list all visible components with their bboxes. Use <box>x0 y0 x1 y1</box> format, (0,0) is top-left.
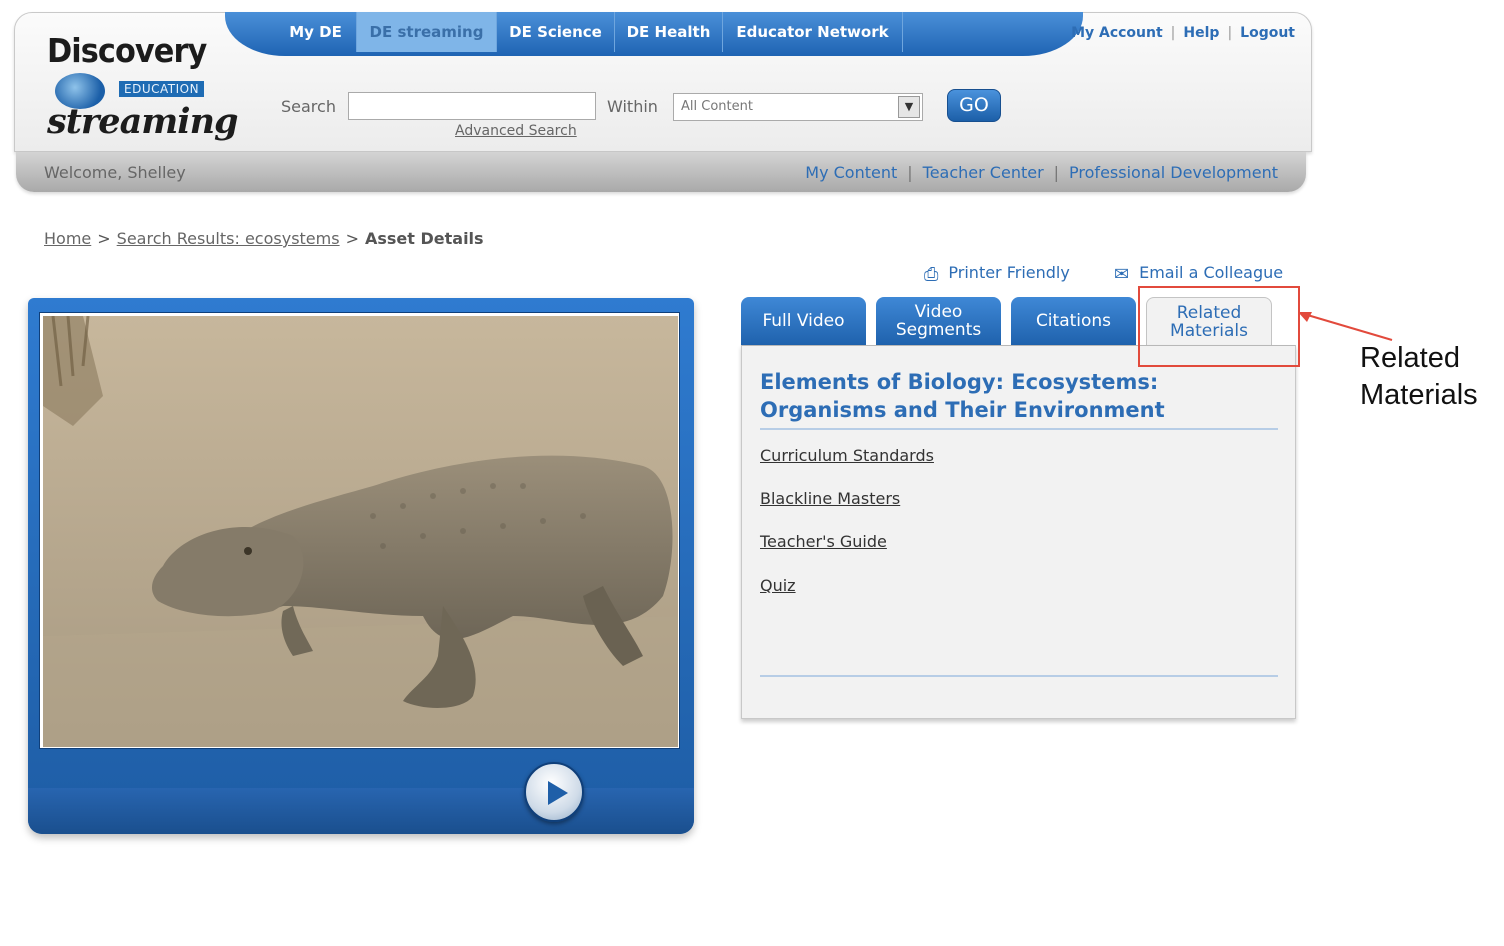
breadcrumb-current: Asset Details <box>364 229 484 248</box>
separator: | <box>1227 25 1233 41</box>
player-control-bar <box>28 788 694 834</box>
nav-de-health[interactable]: DE Health <box>615 12 723 52</box>
within-label: Within <box>607 97 658 116</box>
search-label: Search <box>281 97 336 116</box>
teacher-center-link[interactable]: Teacher Center <box>923 163 1044 182</box>
separator: | <box>1053 163 1060 182</box>
within-select[interactable]: All Content ▼ <box>673 93 923 121</box>
email-colleague-label: Email a Colleague <box>1139 263 1284 282</box>
site-header: Discovery EDUCATION streaming My DE DE s… <box>14 12 1312 152</box>
separator: | <box>1170 25 1176 41</box>
divider <box>760 675 1278 677</box>
top-nav: My DE DE streaming DE Science DE Health … <box>225 12 1083 56</box>
chevron-down-icon[interactable]: ▼ <box>898 96 920 118</box>
teachers-guide-link[interactable]: Teacher's Guide <box>760 532 887 551</box>
annotation-highlight-box <box>1138 286 1300 367</box>
blackline-masters-link[interactable]: Blackline Masters <box>760 489 900 508</box>
video-player <box>28 298 694 834</box>
professional-development-link[interactable]: Professional Development <box>1069 163 1278 182</box>
sub-navigation-bar: Welcome, Shelley My Content | Teacher Cent… <box>16 152 1306 192</box>
advanced-search-link[interactable]: Advanced Search <box>455 123 577 139</box>
sub-links: My Content | Teacher Center | Professional D… <box>805 163 1278 182</box>
quiz-link[interactable]: Quiz <box>760 576 796 595</box>
asset-title: Elements of Biology: Ecosystems: Organis… <box>760 370 1165 422</box>
curriculum-standards-link[interactable]: Curriculum Standards <box>760 446 934 465</box>
separator: | <box>907 163 913 182</box>
breadcrumb: Home > Search Results: ecosystems > Asset De… <box>44 229 484 248</box>
tab-full-video[interactable]: Full Video <box>741 297 866 345</box>
my-content-link[interactable]: My Content <box>805 163 897 182</box>
breadcrumb-home[interactable]: Home <box>44 229 91 248</box>
play-icon <box>548 781 568 805</box>
breadcrumb-separator: > <box>345 229 359 248</box>
logo-streaming-text: streaming <box>47 101 239 142</box>
divider <box>760 428 1278 430</box>
nav-de-streaming[interactable]: DE streaming <box>357 12 497 52</box>
play-button[interactable] <box>524 762 584 822</box>
email-colleague-link[interactable]: ✉ Email a Colleague <box>1114 263 1283 285</box>
discovery-streaming-logo[interactable]: Discovery EDUCATION streaming <box>47 31 239 142</box>
envelope-icon: ✉ <box>1114 264 1130 285</box>
komodo-dragon-image <box>43 316 678 747</box>
video-thumbnail-komodo-dragon[interactable] <box>43 316 678 747</box>
tab-citations[interactable]: Citations <box>1011 297 1136 345</box>
annotation-label-line2: Materials <box>1360 379 1478 411</box>
logo-education-badge: EDUCATION <box>119 81 205 97</box>
breadcrumb-separator: > <box>97 229 111 248</box>
help-link[interactable]: Help <box>1183 25 1219 41</box>
go-button[interactable]: GO <box>947 89 1001 122</box>
logout-link[interactable]: Logout <box>1240 25 1295 41</box>
nav-de-science[interactable]: DE Science <box>497 12 615 52</box>
annotation-label: Related Materials <box>1360 340 1478 414</box>
logo-wordmark: Discovery <box>47 31 207 70</box>
my-account-link[interactable]: My Account <box>1071 25 1163 41</box>
tab-video-segments[interactable]: Video Segments <box>876 297 1001 345</box>
related-materials-panel: Elements of Biology: Ecosystems: Organis… <box>741 345 1296 719</box>
annotation-label-line1: Related <box>1360 342 1460 374</box>
nav-my-de[interactable]: My DE <box>275 12 357 52</box>
search-input[interactable] <box>348 92 596 120</box>
account-links: My Account | Help | Logout <box>1071 25 1295 41</box>
printer-friendly-link[interactable]: ⎙ Printer Friendly <box>924 263 1070 285</box>
breadcrumb-search-results[interactable]: Search Results: ecosystems <box>117 229 340 248</box>
printer-icon: ⎙ <box>924 264 939 285</box>
printer-friendly-label: Printer Friendly <box>948 263 1070 282</box>
video-frame[interactable] <box>39 312 680 749</box>
within-selected-value: All Content <box>681 99 753 114</box>
nav-educator-network[interactable]: Educator Network <box>723 12 903 52</box>
welcome-message: Welcome, Shelley <box>44 163 186 182</box>
